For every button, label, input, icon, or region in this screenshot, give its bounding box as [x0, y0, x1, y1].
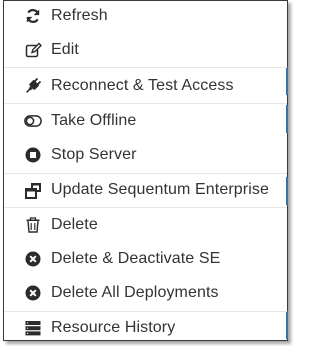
menu-item-label: Stop Server [51, 146, 137, 163]
menu-item-label: Delete All Deployments [51, 284, 219, 301]
menu-item-label: Take Offline [51, 112, 137, 129]
menu-item-label: Refresh [51, 7, 108, 24]
menu-item-label: Delete & Deactivate SE [51, 250, 221, 267]
menu-item-label: Resource History [51, 319, 176, 336]
server-list-icon [24, 319, 42, 337]
trash-icon [24, 216, 42, 234]
toggle-off-icon [24, 112, 42, 130]
edit-icon [24, 41, 42, 59]
menu-item-label: Edit [51, 41, 79, 58]
menu-item-label: Reconnect & Test Access [51, 77, 234, 94]
stop-icon [24, 146, 42, 164]
menu-item-delete[interactable]: Delete [4, 208, 287, 242]
menu-item-reconnect-test-access[interactable]: Reconnect & Test Access [4, 69, 287, 103]
plug-icon [24, 77, 42, 95]
menu-item-stop-server[interactable]: Stop Server [4, 138, 287, 172]
menu-item-refresh[interactable]: Refresh [4, 0, 287, 33]
refresh-icon [24, 7, 42, 25]
times-circle-icon [24, 250, 42, 268]
menu-divider [4, 67, 287, 68]
windows-restore-icon [24, 181, 42, 199]
menu-item-label: Delete [51, 216, 98, 233]
menu-item-delete-all-deployments[interactable]: Delete All Deployments [4, 276, 287, 310]
menu-item-update-sequentum-enterprise[interactable]: Update Sequentum Enterprise [4, 173, 287, 207]
menu-item-resource-history[interactable]: Resource History [4, 311, 287, 345]
menu-item-delete-deactivate-se[interactable]: Delete & Deactivate SE [4, 242, 287, 276]
context-menu: Refresh Edit Reconnect & Test Access Tak… [3, 0, 288, 341]
menu-item-edit[interactable]: Edit [4, 33, 287, 67]
times-circle-icon [24, 284, 42, 302]
menu-item-label: Update Sequentum Enterprise [51, 181, 269, 198]
menu-item-take-offline[interactable]: Take Offline [4, 104, 287, 138]
